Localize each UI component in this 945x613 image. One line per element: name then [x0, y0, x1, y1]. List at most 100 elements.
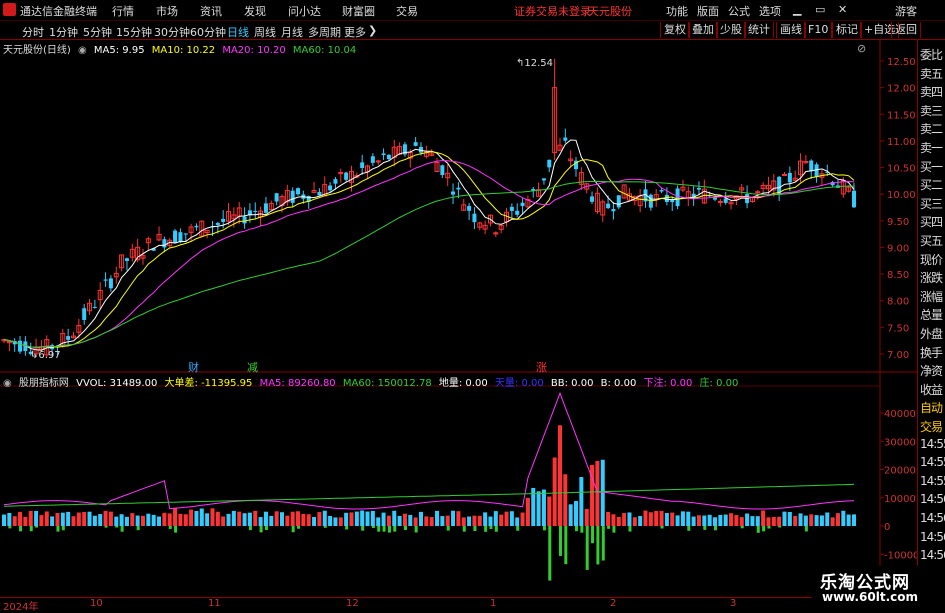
volume-bar [274, 511, 279, 526]
menu-item-market[interactable]: 行情 [112, 3, 134, 19]
volume-bar [199, 508, 204, 526]
kline-chart[interactable]: 12.50 12.00 11.50 11.00 10.50 10.00 9.50 9.00 8.… [0, 40, 917, 597]
menu-item-discover[interactable]: 发现 [244, 3, 266, 19]
quote-panel-row[interactable]: 总量 [920, 306, 945, 323]
candle-body [82, 308, 87, 320]
indicator-tick-label: 40000 [884, 409, 916, 420]
price-tick-label: 12.50 [887, 57, 916, 68]
candle-body [274, 193, 279, 202]
few-stocks-button[interactable]: 少股 [716, 22, 746, 38]
candle-body [451, 191, 456, 195]
volume-bar [702, 515, 707, 526]
volume-bar [114, 516, 119, 526]
quote-panel-row[interactable]: 净资 [920, 362, 945, 379]
volume-bar [66, 511, 71, 526]
maximize-icon[interactable]: ▭ [815, 3, 825, 16]
more-chevron-icon[interactable]: ❯ [368, 24, 377, 37]
volume-bar [777, 516, 782, 526]
quote-panel-row[interactable]: 涨幅 [920, 288, 945, 305]
menu-item-news[interactable]: 资讯 [200, 3, 222, 19]
period-30min[interactable]: 30分钟 [154, 24, 190, 40]
quote-panel-row[interactable]: 买三 [920, 195, 945, 212]
quote-panel-row[interactable]: 换手 [920, 344, 945, 361]
event-marker-cai[interactable]: 财 [188, 359, 199, 375]
candle-body [103, 279, 108, 281]
period-5min[interactable]: 5分钟 [83, 24, 112, 40]
overlay-button[interactable]: 叠加 [688, 22, 718, 38]
minimize-icon[interactable]: ▁ [793, 3, 801, 16]
volume-bar [231, 510, 236, 526]
quote-panel-row[interactable]: 交易 [920, 418, 945, 435]
price-tick-label: 9.00 [887, 243, 909, 254]
negative-bar [361, 526, 365, 531]
quote-panel-row[interactable]: 14:55 [920, 455, 945, 469]
close-icon[interactable]: ✕ [838, 3, 847, 16]
quote-panel-row[interactable]: 买四 [920, 213, 945, 230]
menu-item-exchange[interactable]: 市场 [156, 3, 178, 19]
period-daily[interactable]: 日线 [227, 24, 249, 40]
event-marker-jian[interactable]: 减 [247, 359, 258, 375]
quote-panel-row[interactable]: 14:55 [920, 474, 945, 488]
quote-panel-row[interactable]: 涨跌 [920, 269, 945, 286]
period-multi[interactable]: 多周期 [308, 24, 341, 40]
menu-item-ask[interactable]: 问小达 [288, 3, 321, 19]
period-tick[interactable]: 分时 [22, 24, 44, 40]
back-button[interactable]: 返回 [891, 22, 921, 38]
quote-panel-row[interactable]: 现价 [920, 251, 945, 268]
price-tick-label: 10.00 [887, 190, 916, 201]
menu-item-formula[interactable]: 公式 [728, 3, 750, 19]
quote-panel-row[interactable]: 卖五 [920, 65, 945, 82]
quote-panel-row[interactable]: 14:56 [920, 511, 945, 525]
candle-body [92, 306, 97, 308]
period-weekly[interactable]: 周线 [254, 24, 276, 40]
period-15min[interactable]: 15分钟 [116, 24, 152, 40]
negative-bar [56, 526, 60, 532]
volume-bar [167, 513, 172, 526]
quote-panel-row[interactable]: 卖四 [920, 83, 945, 100]
quote-panel-row[interactable]: 买二 [920, 176, 945, 193]
volume-bar [124, 516, 129, 526]
menu-item-options[interactable]: 选项 [759, 3, 781, 19]
negative-bar [323, 526, 327, 528]
menu-item-layout[interactable]: 版面 [697, 3, 719, 19]
login-notice[interactable]: 证券交易未登录 [514, 3, 591, 19]
mark-button[interactable]: 标记 [832, 22, 862, 38]
f10-button[interactable]: F10 [804, 22, 833, 38]
period-monthly[interactable]: 月线 [281, 24, 303, 40]
negative-bar [371, 526, 375, 529]
quote-panel-row[interactable]: 买一 [920, 158, 945, 175]
period-more[interactable]: 更多 [344, 24, 366, 40]
quote-panel-row[interactable]: 外盘 [920, 325, 945, 342]
volume-bar [793, 515, 798, 526]
adjust-button[interactable]: 复权 [660, 22, 690, 38]
quote-panel-row[interactable]: 14:56 [920, 492, 945, 506]
menu-item-function[interactable]: 功能 [666, 3, 688, 19]
volume-bar [2, 514, 6, 526]
quote-panel-row[interactable]: 14:55 [920, 437, 945, 451]
event-marker-zhang[interactable]: 涨 [536, 359, 547, 375]
quote-panel-row[interactable]: 卖三 [920, 102, 945, 119]
quote-panel-row[interactable]: 买五 [920, 232, 945, 249]
quote-panel-row[interactable]: 卖二 [920, 120, 945, 137]
period-1min[interactable]: 1分钟 [49, 24, 78, 40]
volume-bar [205, 513, 210, 526]
quote-panel-row[interactable]: 收益 [920, 381, 945, 398]
quote-panel-row[interactable]: 自动 [920, 399, 945, 416]
volume-bar [515, 517, 520, 526]
stats-button[interactable]: 统计 [744, 22, 774, 38]
menu-item-wealth[interactable]: 财富圈 [342, 3, 375, 19]
volume-bar [771, 517, 776, 526]
volume-bar [7, 512, 12, 526]
quote-panel-row[interactable]: 14:56 [920, 548, 945, 562]
menu-item-trade[interactable]: 交易 [396, 3, 418, 19]
price-tick-label: 7.50 [887, 323, 909, 334]
indicator-settings-icon[interactable]: ◉ [3, 378, 12, 389]
volume-bar [563, 474, 568, 526]
quote-panel-row[interactable]: 委比 [920, 46, 945, 63]
quote-panel-row[interactable]: 卖一 [920, 139, 945, 156]
period-toolbar: 分时 1分钟 5分钟 15分钟 30分钟 60分钟 日线 周线 月线 多周期 更… [0, 21, 945, 40]
quote-panel-row[interactable]: 14:56 [920, 530, 945, 544]
period-60min[interactable]: 60分钟 [190, 24, 226, 40]
draw-button[interactable]: 画线 [776, 22, 806, 38]
guest-user[interactable]: 游客 [895, 3, 917, 19]
